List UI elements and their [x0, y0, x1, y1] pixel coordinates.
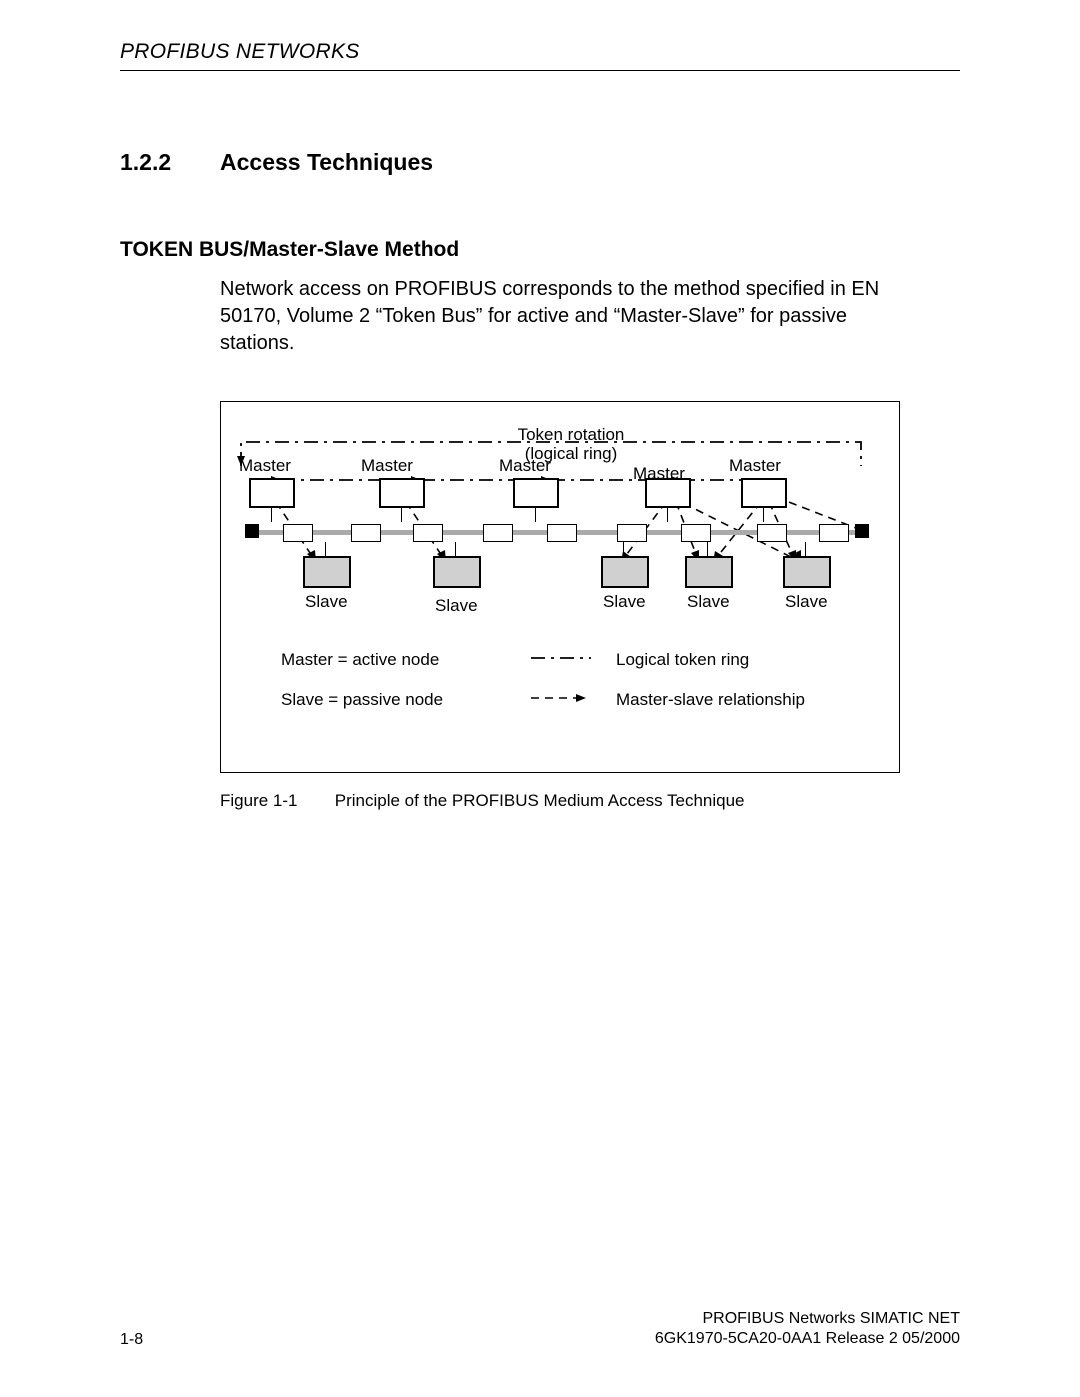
master-label-2: Master — [361, 456, 413, 476]
legend-token-ring: Logical token ring — [616, 650, 749, 670]
bus-terminator-right — [855, 524, 869, 538]
footer-line-2: 6GK1970-5CA20-0AA1 Release 2 05/2000 — [655, 1329, 960, 1349]
bus-tap — [757, 524, 787, 542]
page-number: 1-8 — [120, 1331, 143, 1349]
caption-text: Principle of the PROFIBUS Medium Access … — [335, 791, 745, 810]
figure-diagram: Token rotation (logical ring) — [220, 401, 900, 773]
master-node-2 — [379, 478, 425, 508]
master-node-3 — [513, 478, 559, 508]
figure-caption: Figure 1-1 Principle of the PROFIBUS Med… — [220, 791, 960, 811]
bus-tap — [617, 524, 647, 542]
master-node-1 — [249, 478, 295, 508]
slave-node-3 — [601, 556, 649, 588]
section-heading: 1.2.2 Access Techniques — [120, 149, 960, 176]
master-label-1: Master — [239, 456, 291, 476]
bus-tap — [819, 524, 849, 542]
slave-label-3: Slave — [603, 592, 646, 612]
caption-label: Figure 1-1 — [220, 791, 330, 811]
page: PROFIBUS NETWORKS 1.2.2 Access Technique… — [0, 0, 1080, 1397]
master-label-3: Master — [499, 456, 551, 476]
master-node-4 — [645, 478, 691, 508]
footer-line-1: PROFIBUS Networks SIMATIC NET — [655, 1309, 960, 1329]
running-header: PROFIBUS NETWORKS — [120, 40, 960, 71]
bus-tap — [483, 524, 513, 542]
subheading: TOKEN BUS/Master-Slave Method — [120, 238, 960, 262]
slave-node-2 — [433, 556, 481, 588]
bus-tap — [413, 524, 443, 542]
legend-slave-def: Slave = passive node — [281, 690, 443, 710]
bus-tap — [547, 524, 577, 542]
section-title: Access Techniques — [220, 149, 433, 176]
slave-node-4 — [685, 556, 733, 588]
body-paragraph: Network access on PROFIBUS corresponds t… — [220, 276, 900, 357]
legend-master-def: Master = active node — [281, 650, 439, 670]
slave-label-1: Slave — [305, 592, 348, 612]
slave-label-5: Slave — [785, 592, 828, 612]
slave-node-5 — [783, 556, 831, 588]
slave-label-2: Slave — [435, 596, 478, 616]
slave-node-1 — [303, 556, 351, 588]
legend-ms-rel: Master-slave relationship — [616, 690, 805, 710]
bus-tap — [681, 524, 711, 542]
master-label-5: Master — [729, 456, 781, 476]
bus-tap — [283, 524, 313, 542]
diagram-svg — [221, 402, 901, 774]
master-node-5 — [741, 478, 787, 508]
bus-terminator-left — [245, 524, 259, 538]
section-number: 1.2.2 — [120, 149, 220, 176]
bus-tap — [351, 524, 381, 542]
slave-label-4: Slave — [687, 592, 730, 612]
